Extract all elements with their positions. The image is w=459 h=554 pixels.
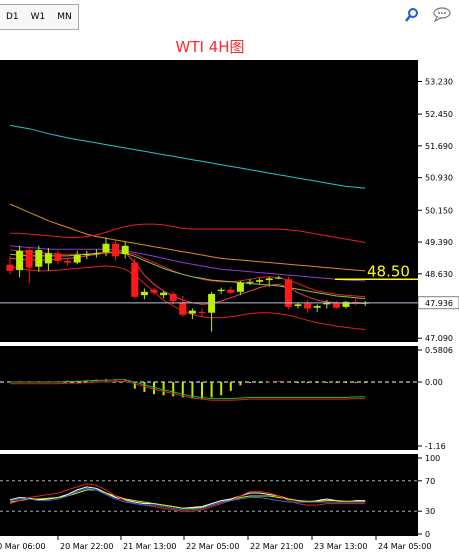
- candle-body: [83, 254, 91, 256]
- price-tick-label: 53.230: [425, 77, 453, 86]
- candle-body: [140, 291, 148, 296]
- candle-body: [160, 292, 168, 296]
- oscillator-tick-label: 0.5806: [425, 346, 453, 355]
- candle-body: [112, 243, 120, 257]
- chat-bubble-icon[interactable]: [432, 7, 454, 27]
- oscillator-bar: [316, 382, 319, 384]
- candle-body: [44, 253, 52, 264]
- timeframe-mn-button[interactable]: MN: [51, 12, 78, 22]
- candle-body: [313, 306, 321, 308]
- rsi-tick-label: 0: [425, 530, 430, 539]
- candle-body: [332, 302, 340, 308]
- oscillator-tick-label: 0.00: [425, 378, 443, 387]
- price-tick-label: 47.090: [425, 334, 453, 343]
- toolbar: D1 W1 MN: [0, 0, 459, 34]
- oscillator-bar: [354, 382, 357, 384]
- price-tick-label: 51.690: [425, 142, 453, 151]
- oscillator-bar: [239, 382, 242, 386]
- candle-body: [131, 262, 139, 297]
- candle-body: [54, 253, 62, 261]
- oscillator-bar: [297, 382, 299, 384]
- time-tick-label: 22 Mar 21:00: [250, 542, 303, 551]
- price-tick-label: 48.630: [425, 270, 453, 279]
- candle-body: [64, 260, 72, 263]
- price-axis: 53.230 52.450 51.690 50.930 50.150 49.390 48.6…: [417, 77, 459, 343]
- candle-body: [236, 282, 244, 292]
- oscillator-bar: [249, 382, 251, 384]
- price-tick-label: 49.390: [425, 238, 453, 247]
- candle-body: [217, 289, 225, 291]
- oscillator-bar: [220, 382, 223, 396]
- candle-body: [188, 310, 196, 314]
- candle-body: [275, 277, 283, 279]
- search-icon[interactable]: [404, 7, 420, 27]
- rsi-tick-label: 100: [425, 454, 440, 463]
- oscillator-bar: [268, 381, 271, 383]
- candle-body: [121, 245, 129, 255]
- oscillator-bar: [258, 382, 261, 384]
- price-tick-label: 52.450: [425, 110, 453, 119]
- price-tick-label: 50.930: [425, 174, 453, 183]
- oscillator-bar: [162, 382, 165, 396]
- candle-body: [179, 302, 187, 315]
- oscillator-bar: [210, 382, 213, 398]
- candle-body: [246, 281, 254, 283]
- chart-title: WTI 4H图: [175, 38, 245, 56]
- oscillator-bar: [345, 382, 347, 384]
- rsi-tick-label: 70: [425, 477, 435, 486]
- oscillator-tick-label: -1.16: [425, 442, 446, 451]
- level-label: 48.50: [367, 262, 410, 280]
- candle-body: [92, 253, 100, 255]
- time-tick-label: 22 Mar 05:00: [186, 542, 239, 551]
- candle-body: [16, 250, 24, 271]
- candle-body: [73, 255, 81, 263]
- oscillator-bar: [335, 382, 338, 384]
- oscillator-bar: [133, 382, 136, 389]
- time-tick-label: 23 Mar 13:00: [314, 542, 367, 551]
- time-tick-label: 20 Mar 06:00: [0, 542, 45, 551]
- candle-body: [25, 250, 33, 268]
- candle-body: [169, 293, 177, 302]
- time-tick-label: 20 Mar 22:00: [60, 542, 113, 551]
- current-price-label: 47.936: [425, 299, 453, 308]
- timeframe-group: D1 W1 MN: [0, 4, 79, 30]
- candle-body: [150, 289, 158, 293]
- time-tick-label: 21 Mar 13:00: [123, 542, 176, 551]
- oscillator-bar: [201, 382, 203, 399]
- candle-body: [35, 250, 43, 267]
- candle-body: [265, 278, 273, 281]
- candle-body: [294, 304, 302, 307]
- oscillator-bar: [364, 382, 367, 384]
- rsi-panel: [0, 454, 418, 536]
- candle-body: [304, 303, 312, 309]
- candle-body: [256, 280, 264, 282]
- oscillator-bar: [277, 380, 280, 383]
- timeframe-d1-button[interactable]: D1: [0, 12, 25, 22]
- time-tick-label: 24 Mar 05:00: [378, 542, 431, 551]
- oscillator-bar: [325, 382, 328, 384]
- timeframe-w1-button[interactable]: W1: [25, 12, 52, 22]
- rsi-tick-label: 30: [425, 507, 435, 516]
- candle-body: [102, 243, 110, 253]
- candle-body: [6, 264, 14, 271]
- chart-area[interactable]: 53.230 52.450 51.690 50.930 50.150 49.390 48.6…: [0, 60, 459, 554]
- oscillator-bar: [287, 382, 290, 384]
- price-tick-label: 50.150: [425, 206, 453, 215]
- candle-body: [198, 311, 206, 313]
- oscillator-bar: [306, 382, 309, 384]
- oscillator-bar: [229, 382, 232, 391]
- candle-body: [227, 289, 235, 293]
